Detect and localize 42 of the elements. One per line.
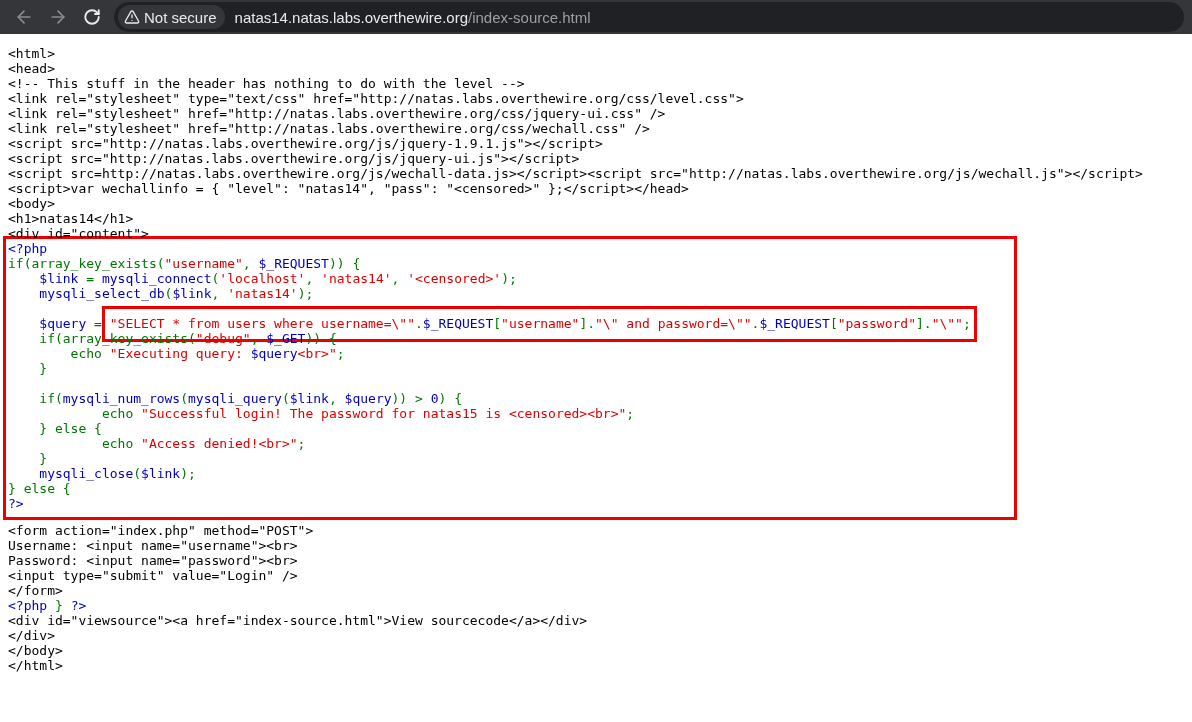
code-line: echo "Access denied!<br>"; (100, 436, 306, 451)
code-line: <?php } ?> (8, 598, 87, 613)
code-line: mysqli_close($link); (38, 466, 196, 481)
warning-icon (124, 9, 140, 25)
code-line: echo "Successful login! The password for natas15 is <censored><br>"; (100, 406, 635, 421)
code-line: </form> (8, 583, 63, 598)
code-line: <link rel="stylesheet" type="text/css" href="http://natas.labs.overthewire.org/css/level.css"> (8, 91, 744, 106)
code-line: } (38, 361, 48, 376)
code-line: <?php (8, 241, 48, 256)
code-line: <input type="submit" value="Login" /> (8, 568, 298, 583)
code-line: <link rel="stylesheet" href="http://natas.labs.overthewire.org/css/jquery-ui.css" /> (8, 106, 666, 121)
code-line: <h1>natas14</h1> (8, 211, 134, 226)
code-line: </body> (8, 643, 63, 658)
code-line: <script src="http://natas.labs.overthewire.org/js/jquery-ui.js"></script> (8, 151, 580, 166)
code-line: ?> (8, 496, 24, 511)
code-line: <form action="index.php" method="POST"> (8, 523, 314, 538)
code-line: <script src=http://natas.labs.overthewire.org/js/wechall-data.js></script><script src="http://natas.labs.overthewire.org/js/wechall.js"></script> (8, 166, 1143, 181)
code-line: $link = mysqli_connect('localhost', 'natas14', '<censored>'); (38, 271, 517, 286)
code-line: if(mysqli_num_rows(mysqli_query($link, $query)) > 0) { (38, 391, 462, 406)
code-line: <html> (8, 46, 55, 61)
reload-icon (83, 8, 101, 26)
code-line: </div> (8, 628, 55, 643)
code-line: echo "Executing query: $query<br>"; (69, 346, 345, 361)
code-line: <script src="http://natas.labs.overthewire.org/js/jquery-1.9.1.js"></script> (8, 136, 603, 151)
code-line: } else { (38, 421, 102, 436)
code-line: <head> (8, 61, 55, 76)
code-line: } (38, 451, 48, 466)
code-line: $query = "SELECT * from users where username=\"".$_REQUEST["username"]."\" and password=\"".$_REQUEST["password"]."\""; (38, 316, 971, 331)
code-line: </html> (8, 658, 63, 673)
code-line: <!-- This stuff in the header has nothing to do with the level --> (8, 76, 525, 91)
url-text: natas14.natas.labs.overthewire.org/index-source.html (234, 8, 591, 26)
code-line: mysqli_select_db($link, 'natas14'); (38, 286, 314, 301)
code-line: Password: <input name="password"><br> (8, 553, 298, 568)
security-chip[interactable]: Not secure (118, 5, 225, 29)
code-line: Username: <input name="username"><br> (8, 538, 298, 553)
code-line: <script>var wechallinfo = { "level": "natas14", "pass": "<censored>" };</script></head> (8, 181, 689, 196)
code-line: <link rel="stylesheet" href="http://natas.labs.overthewire.org/css/wechall.css" /> (8, 121, 650, 136)
code-line: <body> (8, 196, 55, 211)
code-line: <div id="viewsource"><a href="index-source.html">View sourcecode</a></div> (8, 613, 588, 628)
code-line: } else { (8, 481, 71, 496)
code-line: if(array_key_exists("username", $_REQUEST)) { (8, 256, 361, 271)
address-bar[interactable]: Not secure natas14.natas.labs.overthewire.org/index-source.html (114, 2, 1184, 32)
